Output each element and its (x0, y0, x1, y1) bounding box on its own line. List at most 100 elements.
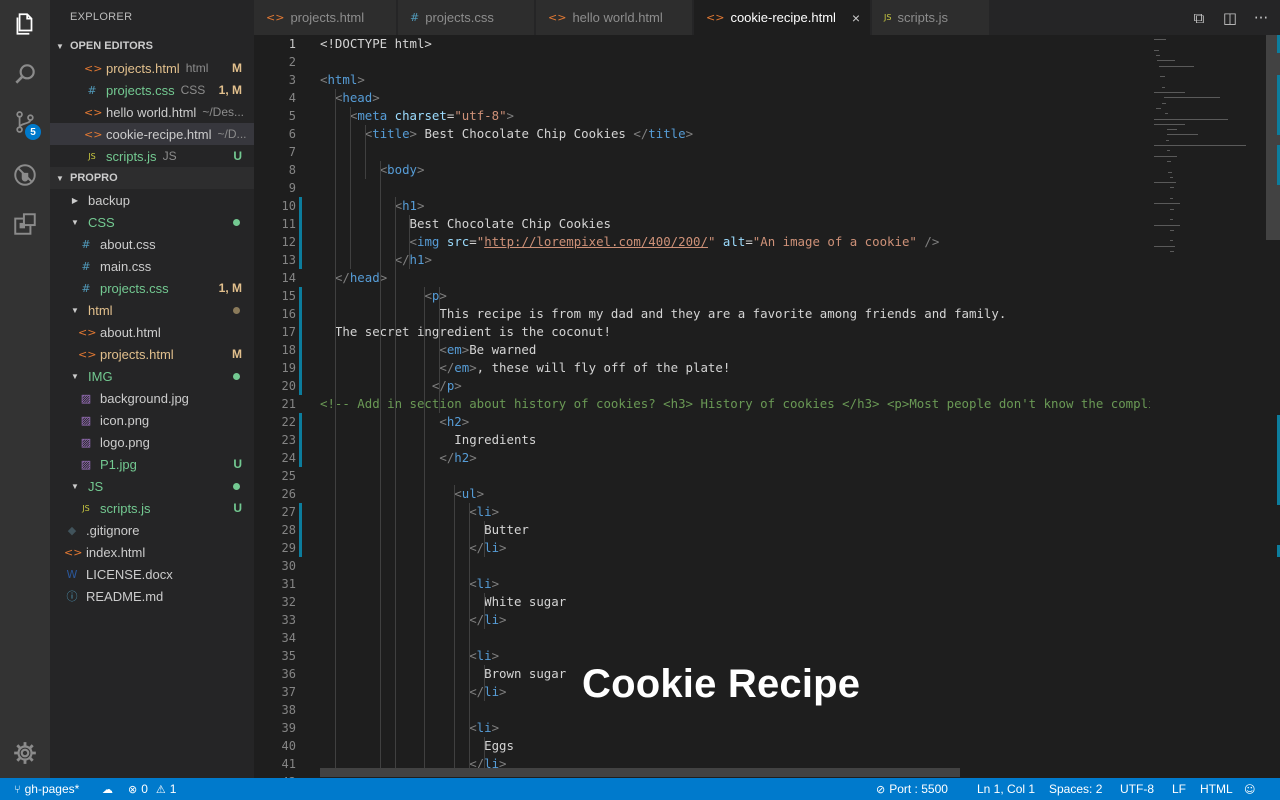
html-file-icon: <> (706, 11, 725, 24)
file-item[interactable]: ▨ icon.png (50, 409, 254, 431)
code-line[interactable]: <!-- Add in section about history of coo… (320, 395, 1152, 413)
search-icon[interactable] (0, 50, 50, 98)
open-preview-icon[interactable]: ⧉ (1186, 0, 1212, 35)
tab-cookie-recipe-html[interactable]: <> cookie-recipe.html × (694, 0, 871, 35)
code-line[interactable]: <img src="http://lorempixel.com/400/200/… (320, 233, 940, 251)
code-line[interactable]: <em>Be warned (320, 341, 536, 359)
feedback-button[interactable]: ☺ (1244, 778, 1259, 800)
minimap-line (1166, 139, 1170, 141)
folder-item[interactable]: ▼ IMG (50, 365, 254, 387)
files-icon[interactable] (0, 0, 50, 48)
end-of-line[interactable]: LF (1172, 778, 1186, 800)
file-item[interactable]: <> projects.html M (50, 343, 254, 365)
code-token: img (417, 234, 440, 249)
open-editors-label: OPEN EDITORS (70, 40, 153, 52)
code-line[interactable]: Brown sugar (320, 665, 566, 683)
settings-gear-icon[interactable] (0, 729, 50, 777)
line-number: 25 (281, 469, 296, 483)
code-line[interactable]: </li> (320, 539, 506, 557)
tab-projects-html[interactable]: <> projects.html (254, 0, 397, 35)
file-item[interactable]: # main.css (50, 255, 254, 277)
code-line[interactable]: <li> (320, 575, 499, 593)
open-editor-item[interactable]: <> cookie-recipe.html ~/D... (50, 123, 254, 145)
file-item[interactable]: ▨ P1.jpg U (50, 453, 254, 475)
branch-indicator[interactable]: ⑂ gh-pages* (14, 778, 79, 800)
code-line[interactable]: White sugar (320, 593, 566, 611)
line-number: 7 (288, 145, 296, 159)
encoding[interactable]: UTF-8 (1120, 778, 1154, 800)
folder-item[interactable]: ▶ backup (50, 189, 254, 211)
close-icon[interactable]: × (852, 10, 860, 26)
more-actions-icon[interactable]: ··· (1248, 0, 1274, 35)
file-item[interactable]: W LICENSE.docx (50, 563, 254, 585)
code-token: < (409, 234, 417, 249)
code-line[interactable]: <p> (320, 287, 446, 305)
file-item[interactable]: JS scripts.js U (50, 497, 254, 519)
line-number: 34 (281, 631, 296, 645)
problems-indicator[interactable]: ⊗ 0 ⚠ 1 (128, 778, 176, 800)
code-line[interactable]: </em>, these will fly off of the plate! (320, 359, 730, 377)
scrollbar-thumb[interactable] (1266, 35, 1280, 240)
line-number: 2 (288, 55, 296, 69)
code-line[interactable]: </h2> (320, 449, 476, 467)
open-editor-item[interactable]: <> hello world.html ~/Des... (50, 101, 254, 123)
open-editor-item[interactable]: <> projects.html html M (50, 57, 254, 79)
code-line[interactable]: <li> (320, 719, 499, 737)
code-line[interactable]: <!DOCTYPE html> (320, 35, 432, 53)
file-item[interactable]: ◆ .gitignore (50, 519, 254, 541)
file-item[interactable]: <> about.html (50, 321, 254, 343)
split-editor-icon[interactable]: ◫ (1217, 0, 1243, 35)
extensions-icon[interactable] (0, 200, 50, 248)
cursor-position[interactable]: Ln 1, Col 1 (977, 778, 1035, 800)
code-line[interactable]: </p> (320, 377, 462, 395)
language-mode[interactable]: HTML (1200, 778, 1233, 800)
code-token: src (446, 234, 470, 249)
code-line[interactable]: </h1> (320, 251, 432, 269)
tab-projects-css[interactable]: # projects.css (398, 0, 535, 35)
folder-item[interactable]: ▼ CSS (50, 211, 254, 233)
file-item[interactable]: # about.css (50, 233, 254, 255)
file-item[interactable]: ▨ background.jpg (50, 387, 254, 409)
code-line[interactable]: Best Chocolate Chip Cookies (320, 215, 611, 233)
open-editor-item[interactable]: # projects.css CSS 1, M (50, 79, 254, 101)
tab-scripts-js[interactable]: JS scripts.js (872, 0, 990, 35)
code-line[interactable]: </li> (320, 611, 506, 629)
project-header[interactable]: ▼ PROPRO (50, 167, 254, 189)
git-status: 1, M (218, 83, 242, 97)
tab-hello-world-html[interactable]: <> hello world.html (536, 0, 693, 35)
line-number: 1 (288, 37, 296, 51)
debug-icon[interactable] (0, 151, 50, 199)
code-line[interactable]: </head> (320, 269, 387, 287)
indentation[interactable]: Spaces: 2 (1049, 778, 1102, 800)
open-editors-header[interactable]: ▼ OPEN EDITORS (50, 35, 254, 57)
horizontal-scrollbar[interactable] (320, 768, 960, 777)
code-line[interactable]: The secret ingredient is the coconut! (320, 323, 611, 341)
file-item[interactable]: ⓘ README.md (50, 585, 254, 607)
code-line[interactable]: <head> (320, 89, 380, 107)
folder-item[interactable]: ▼ html (50, 299, 254, 321)
sync-button[interactable]: ☁ (102, 778, 117, 800)
file-item[interactable]: ▨ logo.png (50, 431, 254, 453)
open-editor-item[interactable]: JS scripts.js JS U (50, 145, 254, 167)
file-item[interactable]: <> index.html (50, 541, 254, 563)
code-line[interactable]: <li> (320, 503, 499, 521)
indent-guide (454, 485, 456, 773)
minimap[interactable] (1150, 35, 1268, 778)
git-status: U (233, 457, 242, 471)
code-line[interactable]: <html> (320, 71, 365, 89)
file-item[interactable]: # projects.css 1, M (50, 277, 254, 299)
folder-item[interactable]: ▼ JS (50, 475, 254, 497)
vertical-scrollbar[interactable] (1266, 35, 1280, 778)
code-line[interactable]: This recipe is from my dad and they are … (320, 305, 1006, 323)
code-line[interactable]: <li> (320, 647, 499, 665)
source-control-icon[interactable] (0, 98, 50, 146)
code-line[interactable]: </li> (320, 683, 506, 701)
code-line[interactable]: <title> Best Chocolate Chip Cookies </ti… (320, 125, 693, 143)
git-status: M (232, 61, 242, 75)
code-line[interactable]: <ul> (320, 485, 484, 503)
code-line[interactable]: Ingredients (320, 431, 536, 449)
file-name: .gitignore (86, 522, 140, 538)
minimap-line (1154, 49, 1159, 51)
live-server-port[interactable]: ⊘ Port : 5500 (876, 778, 948, 800)
git-status: 1, M (218, 281, 242, 295)
